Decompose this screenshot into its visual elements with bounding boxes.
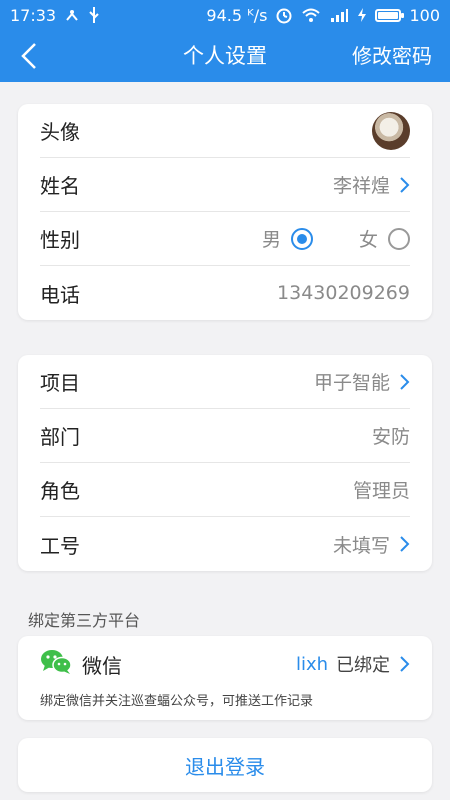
battery-icon	[375, 8, 405, 22]
charging-icon	[357, 7, 367, 23]
phone-label: 电话	[40, 282, 80, 307]
role-label: 角色	[40, 479, 80, 503]
avatar-label: 头像	[40, 120, 80, 144]
chevron-right-icon	[400, 536, 410, 552]
logout-button[interactable]: 退出登录	[18, 738, 432, 792]
role-row: 角色 管理员	[40, 463, 410, 517]
gender-label: 性别	[40, 228, 80, 252]
status-bar: 17:33 94.5 ᴷ/s 100	[0, 0, 450, 30]
avatar-row[interactable]: 头像	[40, 104, 410, 158]
role-value: 管理员	[352, 480, 410, 502]
usb-icon	[88, 6, 100, 24]
employee-id-value: 未填写	[332, 534, 390, 557]
chevron-right-icon	[400, 176, 410, 193]
name-label: 姓名	[40, 174, 80, 198]
department-value: 安防	[371, 426, 410, 448]
organization-card: 项目 甲子智能 部门 安防 角色 管理员 工号 未填写	[18, 355, 432, 571]
gender-female-option[interactable]: 女	[359, 225, 410, 252]
phone-row: 电话 13430209269	[40, 266, 410, 320]
radio-selected-icon[interactable]	[290, 227, 313, 250]
alarm-icon	[275, 6, 293, 24]
wechat-binding-card[interactable]: 微信 lixh 已绑定 绑定微信并关注巡查蝠公众号，可推送工作记录	[18, 636, 432, 720]
gender-row: 性别 男 女	[40, 212, 410, 266]
gender-male-option[interactable]: 男	[262, 225, 313, 252]
chevron-right-icon	[400, 373, 410, 390]
status-time: 17:33	[10, 5, 57, 25]
header: 17:33 94.5 ᴷ/s 100 个人设置 修改密码	[0, 0, 450, 82]
wechat-bind-status: 已绑定	[336, 655, 390, 676]
profile-card: 头像 姓名 李祥煌 性别 男 女 电话 13430209269	[18, 104, 432, 320]
network-share-icon	[64, 7, 80, 23]
change-password-button[interactable]: 修改密码	[352, 30, 432, 82]
network-speed: 94.5 ᴷ/s	[206, 5, 268, 25]
name-value: 李祥煌	[332, 175, 390, 197]
wechat-icon	[40, 649, 72, 679]
wechat-description: 绑定微信并关注巡查蝠公众号，可推送工作记录	[40, 694, 314, 709]
department-label: 部门	[40, 425, 80, 449]
employee-id-label: 工号	[40, 533, 80, 558]
project-row[interactable]: 项目 甲子智能	[40, 355, 410, 409]
wechat-account: lixh	[295, 653, 328, 675]
gender-male-label: 男	[261, 229, 281, 251]
avatar[interactable]	[372, 111, 410, 150]
gender-female-label: 女	[358, 229, 378, 251]
phone-value: 13430209269	[277, 282, 410, 304]
wechat-name: 微信	[82, 653, 122, 678]
department-row: 部门 安防	[40, 409, 410, 463]
nav-bar: 个人设置 修改密码	[0, 30, 450, 82]
employee-id-row[interactable]: 工号 未填写	[40, 517, 410, 571]
name-row[interactable]: 姓名 李祥煌	[40, 158, 410, 212]
project-label: 项目	[40, 371, 80, 395]
battery-level: 100	[409, 5, 440, 25]
third-party-section-title: 绑定第三方平台	[28, 611, 141, 630]
chevron-right-icon	[400, 656, 410, 672]
signal-icon	[329, 7, 349, 23]
wifi-icon	[301, 7, 321, 23]
radio-unselected-icon[interactable]	[388, 227, 410, 250]
project-value: 甲子智能	[313, 372, 390, 394]
